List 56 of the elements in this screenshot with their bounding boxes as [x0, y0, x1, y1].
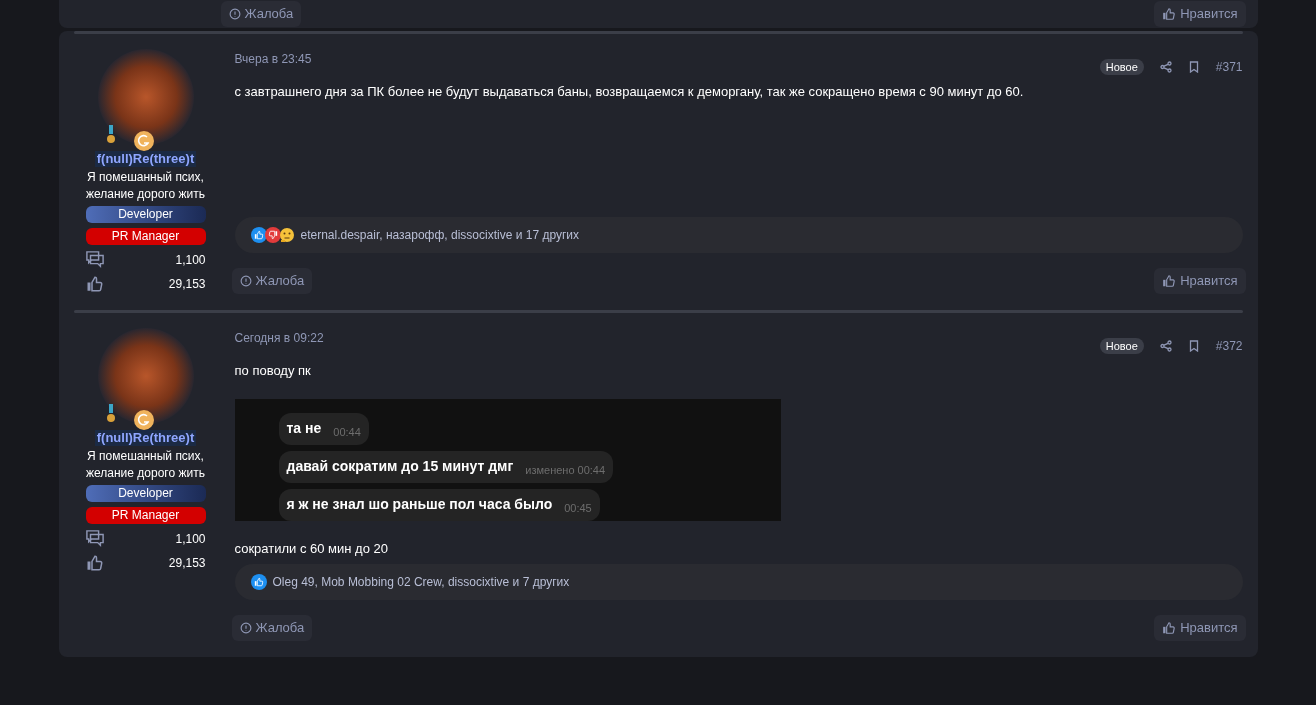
- exclamation-circle-icon: [239, 622, 252, 634]
- message-text: я ж не знал шо раньше пол часа было: [286, 495, 553, 514]
- stat-value: 1,100: [175, 531, 206, 548]
- post-number[interactable]: #371: [1215, 58, 1243, 76]
- report-button[interactable]: Жалоба: [231, 615, 313, 641]
- exclamation-circle-icon: [228, 8, 241, 20]
- reactions-bar[interactable]: Oleg 49, Mob Mobbing 02 Crew, dissocixtive и 7 других: [234, 564, 1243, 600]
- post-date[interactable]: Вчера в 23:45: [234, 50, 312, 68]
- medal-icon: [105, 125, 116, 145]
- stat-value: 1,100: [175, 252, 206, 269]
- post-date[interactable]: Сегодня в 09:22: [234, 329, 324, 347]
- like-button[interactable]: Нравится: [1154, 1, 1246, 27]
- exclamation-circle-icon: [239, 275, 252, 287]
- post-number[interactable]: #372: [1215, 337, 1243, 355]
- messages-icon: [85, 530, 104, 548]
- user-role-banner: Developer: [85, 485, 206, 502]
- username[interactable]: f(null)Re(three)t: [94, 151, 197, 167]
- share-icon[interactable]: [1159, 340, 1172, 352]
- message-time: изменено 00:44: [525, 463, 606, 479]
- user-role-banner: PR Manager: [85, 228, 206, 245]
- thumbs-up-icon: [85, 554, 104, 572]
- post-text: по поводу пк: [234, 362, 312, 380]
- report-button[interactable]: Жалоба: [220, 1, 302, 27]
- thinking-face-icon: [278, 227, 295, 243]
- thumbs-up-icon: [1162, 274, 1177, 288]
- new-label: Новое: [1099, 58, 1144, 76]
- user-status: Я помешанный псих, желание дорого жить: [85, 169, 206, 203]
- like-button[interactable]: Нравится: [1154, 268, 1246, 294]
- messages-icon: [85, 251, 104, 269]
- message-text: давай сократим до 15 минут дмг: [286, 457, 514, 476]
- post-text: сократили с 60 мин до 20: [234, 539, 389, 558]
- post-text: с завтрашнего дня за ПК более не будут выдаваться баны, возвращаемся к деморгану, так же сокращено время с 90 минут до 60.: [234, 83, 1025, 101]
- user-role-banner: Developer: [85, 206, 206, 223]
- new-label: Новое: [1099, 337, 1144, 355]
- user-role-banner: PR Manager: [85, 507, 206, 524]
- report-button[interactable]: Жалоба: [231, 268, 313, 294]
- medal-icon: [105, 404, 116, 424]
- reactions-text[interactable]: eternal.despair, назарофф, dissocixtive и 17 других: [300, 226, 580, 244]
- bookmark-icon[interactable]: [1187, 340, 1200, 352]
- username[interactable]: f(null)Re(three)t: [94, 430, 197, 446]
- message-time: 00:45: [564, 501, 592, 517]
- reactions-bar[interactable]: eternal.despair, назарофф, dissocixtive и 17 других: [234, 217, 1243, 253]
- thumbs-up-icon: [1162, 7, 1177, 21]
- thumbs-up-icon: [85, 275, 104, 293]
- coin-icon: [133, 410, 154, 430]
- share-icon[interactable]: [1159, 61, 1172, 73]
- bookmark-icon[interactable]: [1187, 61, 1200, 73]
- user-status: Я помешанный псих, желание дорого жить: [85, 448, 206, 482]
- message-text: та не: [286, 419, 322, 438]
- like-button[interactable]: Нравится: [1154, 615, 1246, 641]
- stat-value: 29,153: [168, 555, 206, 572]
- stat-value: 29,153: [168, 276, 206, 293]
- coin-icon: [133, 131, 154, 151]
- message-time: 00:44: [333, 425, 361, 441]
- thumbs-up-icon: [1162, 621, 1177, 635]
- reactions-text[interactable]: Oleg 49, Mob Mobbing 02 Crew, dissocixtive и 7 других: [272, 573, 570, 591]
